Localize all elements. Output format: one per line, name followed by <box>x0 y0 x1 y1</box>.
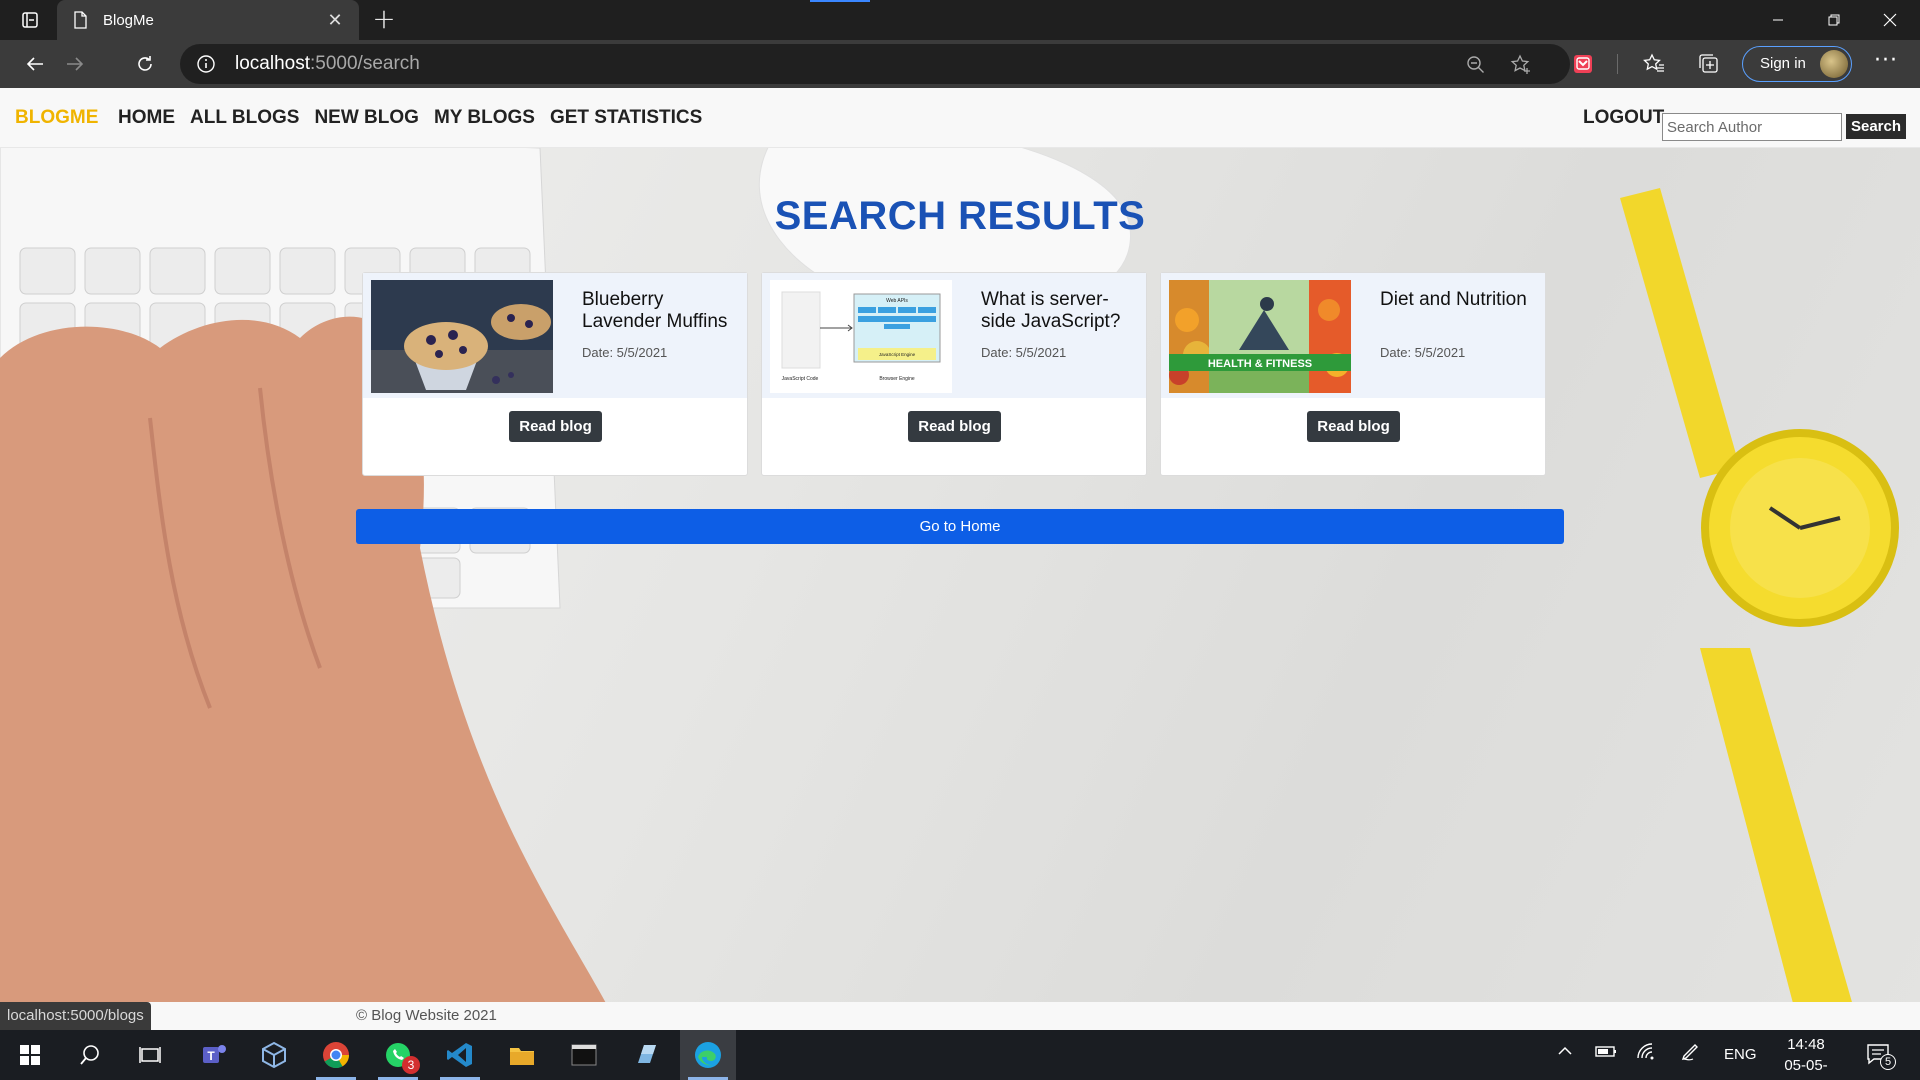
fitness-label: HEALTH & FITNESS <box>1208 358 1312 370</box>
app-navbar: BLOGME HOME ALL BLOGS NEW BLOG MY BLOGS … <box>0 88 1920 148</box>
tab-actions-icon[interactable] <box>14 8 46 32</box>
file-explorer-icon[interactable] <box>494 1030 550 1080</box>
address-bar[interactable]: localhost:5000/search <box>180 44 1570 84</box>
virtualbox-icon[interactable] <box>246 1030 302 1080</box>
battery-icon[interactable] <box>1594 1042 1618 1064</box>
url-text: localhost:5000/search <box>235 53 420 74</box>
muffin-thumbnail <box>371 280 553 393</box>
search-button[interactable]: Search <box>1846 114 1906 139</box>
close-window-icon[interactable] <box>1862 0 1918 40</box>
pocket-extension-icon[interactable] <box>1571 52 1595 76</box>
zoom-out-icon[interactable] <box>1465 54 1487 76</box>
search-author-input[interactable] <box>1662 113 1842 141</box>
sign-in-button[interactable]: Sign in <box>1742 46 1852 82</box>
system-clock[interactable]: 14:48 05-05-2021 <box>1768 1034 1844 1080</box>
avatar <box>1820 50 1848 78</box>
add-favorite-icon[interactable] <box>1510 54 1532 76</box>
blog-card: Web APIs JavaScript Engine JavaScript Co… <box>761 272 1147 476</box>
copyright-text: © Blog Website 2021 <box>356 1007 497 1024</box>
page-icon <box>74 11 87 29</box>
windows-taskbar: T 3 ENG 14:48 05-05-2021 <box>0 1030 1920 1080</box>
more-options-icon[interactable]: ··· <box>1870 48 1902 80</box>
refresh-icon[interactable] <box>128 48 162 80</box>
nav-link-my-blogs[interactable]: MY BLOGS <box>434 107 535 129</box>
blog-date: Date: 5/5/2021 <box>1380 345 1466 360</box>
nav-link-all-blogs[interactable]: ALL BLOGS <box>190 107 299 129</box>
close-tab-icon[interactable]: ✕ <box>325 10 345 31</box>
nav-link-get-statistics[interactable]: GET STATISTICS <box>550 107 702 129</box>
logout-link[interactable]: LOGOUT <box>1583 107 1664 129</box>
restore-icon[interactable] <box>1806 0 1862 40</box>
whatsapp-icon[interactable]: 3 <box>370 1030 426 1080</box>
nav-link-new-blog[interactable]: NEW BLOG <box>314 107 419 129</box>
page-title: SEARCH RESULTS <box>774 194 1146 238</box>
favorites-icon[interactable] <box>1642 52 1666 76</box>
snipping-tool-icon[interactable] <box>618 1030 674 1080</box>
chrome-icon[interactable] <box>308 1030 364 1080</box>
language-indicator[interactable]: ENG <box>1724 1046 1757 1063</box>
svg-text:T: T <box>207 1049 215 1063</box>
web-apis-label: Web APIs <box>886 298 908 304</box>
terminal-icon[interactable] <box>556 1030 612 1080</box>
loading-indicator <box>810 0 870 2</box>
vscode-icon[interactable] <box>432 1030 488 1080</box>
minimize-icon[interactable] <box>1750 0 1806 40</box>
read-blog-button[interactable]: Read blog <box>509 411 602 442</box>
js-diagram-thumbnail: Web APIs JavaScript Engine JavaScript Co… <box>770 280 952 393</box>
fitness-thumbnail: HEALTH & FITNESS <box>1169 280 1351 393</box>
tab-title: BlogMe <box>103 11 154 29</box>
nav-links: HOME ALL BLOGS NEW BLOG MY BLOGS GET STA… <box>118 107 702 129</box>
toolbar-separator <box>1617 54 1618 74</box>
blog-date: Date: 5/5/2021 <box>981 345 1067 360</box>
new-tab-icon[interactable]: + <box>368 4 400 36</box>
wifi-icon[interactable] <box>1636 1042 1658 1064</box>
page-viewport: BLOGME HOME ALL BLOGS NEW BLOG MY BLOGS … <box>0 88 1920 1030</box>
blog-date: Date: 5/5/2021 <box>582 345 668 360</box>
go-to-home-button[interactable]: Go to Home <box>356 509 1564 544</box>
js-code-label: JavaScript Code <box>782 376 819 382</box>
edge-icon[interactable] <box>680 1030 736 1080</box>
clock-time: 14:48 <box>1787 1036 1825 1053</box>
windows-start-icon[interactable] <box>2 1030 58 1080</box>
notification-count: 5 <box>1880 1054 1896 1070</box>
notifications-icon[interactable]: 5 <box>1866 1042 1896 1070</box>
search-icon[interactable] <box>62 1030 118 1080</box>
read-blog-button[interactable]: Read blog <box>908 411 1001 442</box>
js-engine-label: JavaScript Engine <box>879 352 916 357</box>
back-icon[interactable] <box>18 48 52 80</box>
blog-title: Diet and Nutrition <box>1380 289 1527 310</box>
show-hidden-icons-icon[interactable] <box>1556 1042 1574 1064</box>
browser-tab[interactable]: BlogMe ✕ <box>57 0 359 40</box>
browser-toolbar: localhost:5000/search Sign in ··· <box>0 40 1920 88</box>
forward-icon[interactable] <box>58 48 92 80</box>
status-url: localhost:5000/blogs <box>0 1002 151 1030</box>
nav-link-home[interactable]: HOME <box>118 107 175 129</box>
blog-card: HEALTH & FITNESS Diet and Nutrition Date… <box>1160 272 1546 476</box>
brand-logo[interactable]: BLOGME <box>15 107 98 129</box>
clock-date: 05-05-2021 <box>1784 1057 1828 1080</box>
blog-card: Blueberry Lavender Muffins Date: 5/5/202… <box>362 272 748 476</box>
task-view-icon[interactable] <box>122 1030 178 1080</box>
blog-title: Blueberry Lavender Muffins <box>582 289 728 332</box>
browser-engine-label: Browser Engine <box>879 376 915 382</box>
page-footer: © Blog Website 2021 <box>0 1002 1920 1030</box>
collections-icon[interactable] <box>1697 52 1721 76</box>
notification-badge: 3 <box>402 1056 420 1074</box>
browser-tabstrip: BlogMe ✕ + <box>0 0 1920 40</box>
pen-icon[interactable] <box>1680 1042 1702 1066</box>
blog-title: What is server-side JavaScript? <box>981 289 1121 332</box>
sign-in-label: Sign in <box>1760 55 1806 72</box>
teams-icon[interactable]: T <box>186 1030 242 1080</box>
site-info-icon[interactable] <box>196 54 216 74</box>
read-blog-button[interactable]: Read blog <box>1307 411 1400 442</box>
